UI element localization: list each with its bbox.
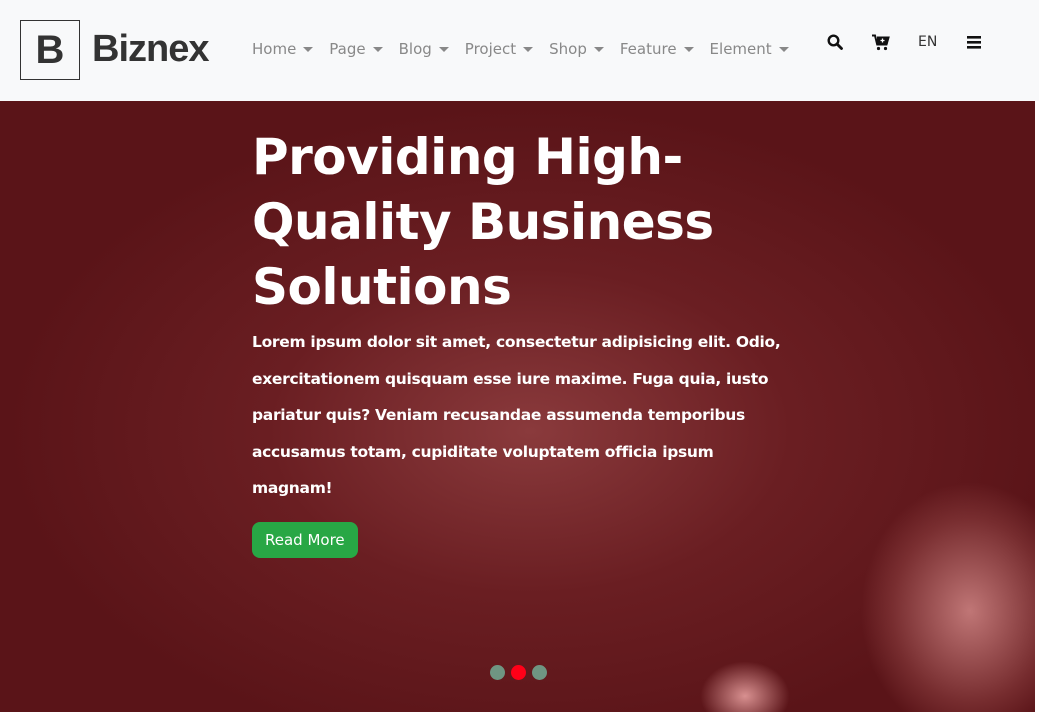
menu-label: Project <box>464 40 517 58</box>
slider-dots <box>490 665 547 680</box>
hero-slider: Providing High-Quality Business Solution… <box>0 101 1035 712</box>
caret-down-icon <box>593 46 604 52</box>
main-menu: Home Page Blog Project Shop Feature Elem… <box>252 40 805 58</box>
menu-label: Page <box>329 40 366 58</box>
menu-item-shop[interactable]: Shop <box>549 40 604 58</box>
background-image-smoke <box>860 481 1035 712</box>
menu-label: Blog <box>398 40 432 58</box>
read-more-button[interactable]: Read More <box>252 521 358 558</box>
menu-label: Shop <box>549 40 587 58</box>
slide-dot-3[interactable] <box>532 665 547 680</box>
menu-item-element[interactable]: Element <box>710 40 789 58</box>
caret-down-icon <box>372 46 383 52</box>
menu-item-blog[interactable]: Blog <box>399 40 449 58</box>
menu-item-home[interactable]: Home <box>252 40 314 58</box>
search-icon[interactable] <box>826 33 844 51</box>
menu-label: Home <box>252 40 297 58</box>
nav-actions: EN <box>826 33 983 51</box>
slide-dot-2-active[interactable] <box>511 665 526 680</box>
caret-down-icon <box>778 46 789 52</box>
menu-item-feature[interactable]: Feature <box>620 40 694 58</box>
background-image-spotlight <box>700 661 790 712</box>
menu-item-page[interactable]: Page <box>329 40 383 58</box>
caret-down-icon <box>438 46 449 52</box>
logo-mark[interactable]: B <box>20 20 80 80</box>
menu-label: Feature <box>619 40 677 58</box>
caret-down-icon <box>303 46 314 52</box>
hero-description: Lorem ipsum dolor sit amet, consectetur … <box>252 333 781 497</box>
caret-down-icon <box>523 46 534 52</box>
menu-item-project[interactable]: Project <box>464 40 534 58</box>
hamburger-menu-icon[interactable] <box>965 33 983 51</box>
menu-label: Element <box>709 40 772 58</box>
language-selector[interactable]: EN <box>918 34 937 50</box>
hero-content: Providing High-Quality Business Solution… <box>252 125 792 558</box>
hero-title: Providing High-Quality Business Solution… <box>252 128 714 316</box>
slide-dot-1[interactable] <box>490 665 505 680</box>
logo-text[interactable]: Biznex <box>92 28 209 71</box>
navbar: B Biznex Home Page Blog Project Shop Fea… <box>0 0 1039 101</box>
caret-down-icon <box>683 46 694 52</box>
cart-plus-icon[interactable] <box>872 33 890 51</box>
